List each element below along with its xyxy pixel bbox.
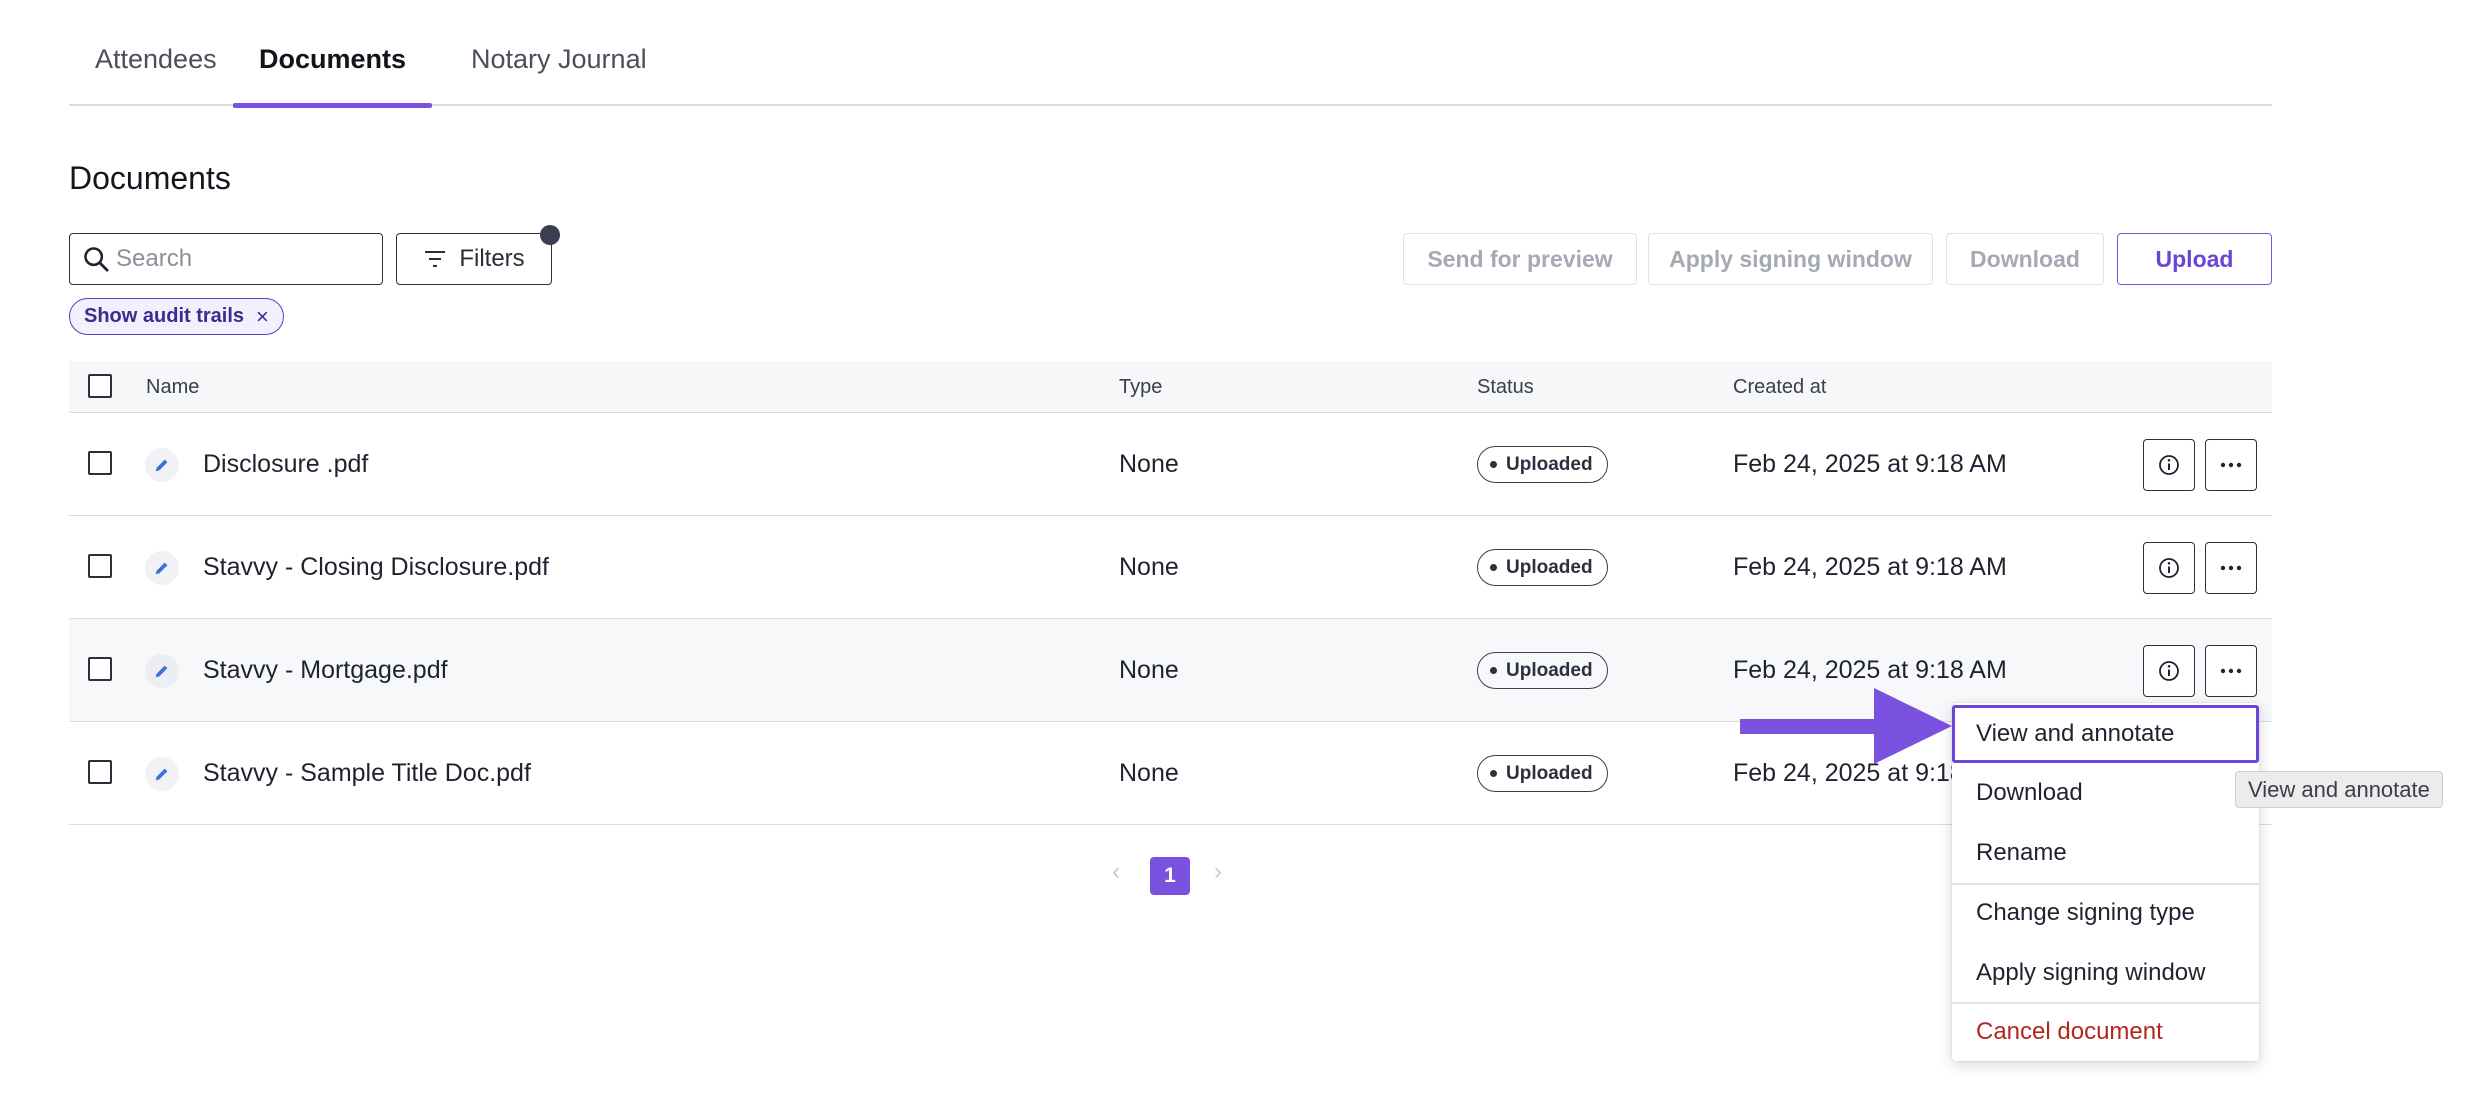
document-type: None (1119, 553, 1179, 581)
status-badge: Uploaded (1477, 446, 1608, 483)
tab-attendees[interactable]: Attendees (69, 0, 243, 106)
send-for-preview-button[interactable]: Send for preview (1403, 233, 1637, 285)
status-badge: Uploaded (1477, 755, 1608, 792)
status-badge: Uploaded (1477, 652, 1608, 689)
column-header-created-at: Created at (1733, 376, 1827, 398)
audit-trails-filter-chip: Show audit trails × (69, 298, 284, 335)
pencil-icon[interactable] (145, 757, 179, 791)
search-box[interactable] (69, 233, 383, 285)
created-at: Feb 24, 2025 at 9:18 AM (1733, 553, 2007, 581)
menu-item-apply-signing-window[interactable]: Apply signing window (1952, 944, 2259, 1002)
table-row[interactable]: Stavvy - Closing Disclosure.pdf None Upl… (69, 516, 2272, 619)
menu-item-rename[interactable]: Rename (1952, 824, 2259, 882)
tooltip: View and annotate (2235, 771, 2443, 808)
more-options-icon[interactable] (2205, 645, 2257, 697)
tab-bar: Attendees Documents Notary Journal (69, 0, 2272, 108)
column-header-status: Status (1477, 376, 1534, 398)
annotation-arrow-icon (1740, 688, 1952, 764)
row-checkbox[interactable] (88, 760, 112, 784)
chip-close-icon[interactable]: × (256, 304, 269, 330)
row-checkbox[interactable] (88, 451, 112, 475)
pagination-page-1[interactable]: 1 (1150, 857, 1190, 895)
filters-label: Filters (459, 245, 525, 272)
document-actions-menu: View and annotate Download Rename Change… (1952, 703, 2259, 1061)
created-at: Feb 24, 2025 at 9:18 AM (1733, 450, 2007, 478)
status-badge: Uploaded (1477, 549, 1608, 586)
document-name: Disclosure .pdf (203, 450, 369, 478)
more-options-icon[interactable] (2205, 439, 2257, 491)
row-checkbox[interactable] (88, 554, 112, 578)
tab-notary-journal[interactable]: Notary Journal (445, 0, 673, 106)
active-filter-indicator (540, 225, 560, 245)
info-icon[interactable] (2143, 542, 2195, 594)
column-header-type: Type (1119, 376, 1163, 398)
pagination-prev-button[interactable]: ‹ (1112, 858, 1120, 886)
info-icon[interactable] (2143, 645, 2195, 697)
menu-item-cancel-document[interactable]: Cancel document (1952, 1003, 2259, 1061)
search-icon (84, 247, 109, 272)
info-icon[interactable] (2143, 439, 2195, 491)
pencil-icon[interactable] (145, 448, 179, 482)
more-options-icon[interactable] (2205, 542, 2257, 594)
pagination-next-button[interactable]: › (1214, 858, 1222, 886)
download-button[interactable]: Download (1946, 233, 2104, 285)
document-name: Stavvy - Mortgage.pdf (203, 656, 448, 684)
document-name: Stavvy - Sample Title Doc.pdf (203, 759, 531, 787)
row-checkbox[interactable] (88, 657, 112, 681)
column-header-name: Name (146, 376, 200, 398)
tab-documents[interactable]: Documents (233, 0, 433, 108)
table-row[interactable]: Disclosure .pdf None Uploaded Feb 24, 20… (69, 413, 2272, 516)
upload-button[interactable]: Upload (2117, 233, 2272, 285)
table-header: Name Type Status Created at (69, 361, 2272, 413)
pencil-icon[interactable] (145, 551, 179, 585)
section-title: Documents (69, 160, 231, 196)
menu-item-change-signing-type[interactable]: Change signing type (1952, 884, 2259, 942)
chip-label: Show audit trails (84, 305, 245, 327)
search-input[interactable] (114, 240, 374, 278)
document-type: None (1119, 450, 1179, 478)
document-type: None (1119, 759, 1179, 787)
menu-item-view-and-annotate[interactable]: View and annotate (1952, 705, 2259, 763)
menu-item-download[interactable]: Download (1952, 764, 2259, 822)
apply-signing-window-button[interactable]: Apply signing window (1648, 233, 1933, 285)
document-name: Stavvy - Closing Disclosure.pdf (203, 553, 549, 581)
select-all-checkbox[interactable] (88, 374, 112, 398)
filters-button[interactable]: Filters (396, 225, 560, 285)
filter-icon (425, 251, 446, 267)
document-type: None (1119, 656, 1179, 684)
pencil-icon[interactable] (145, 654, 179, 688)
